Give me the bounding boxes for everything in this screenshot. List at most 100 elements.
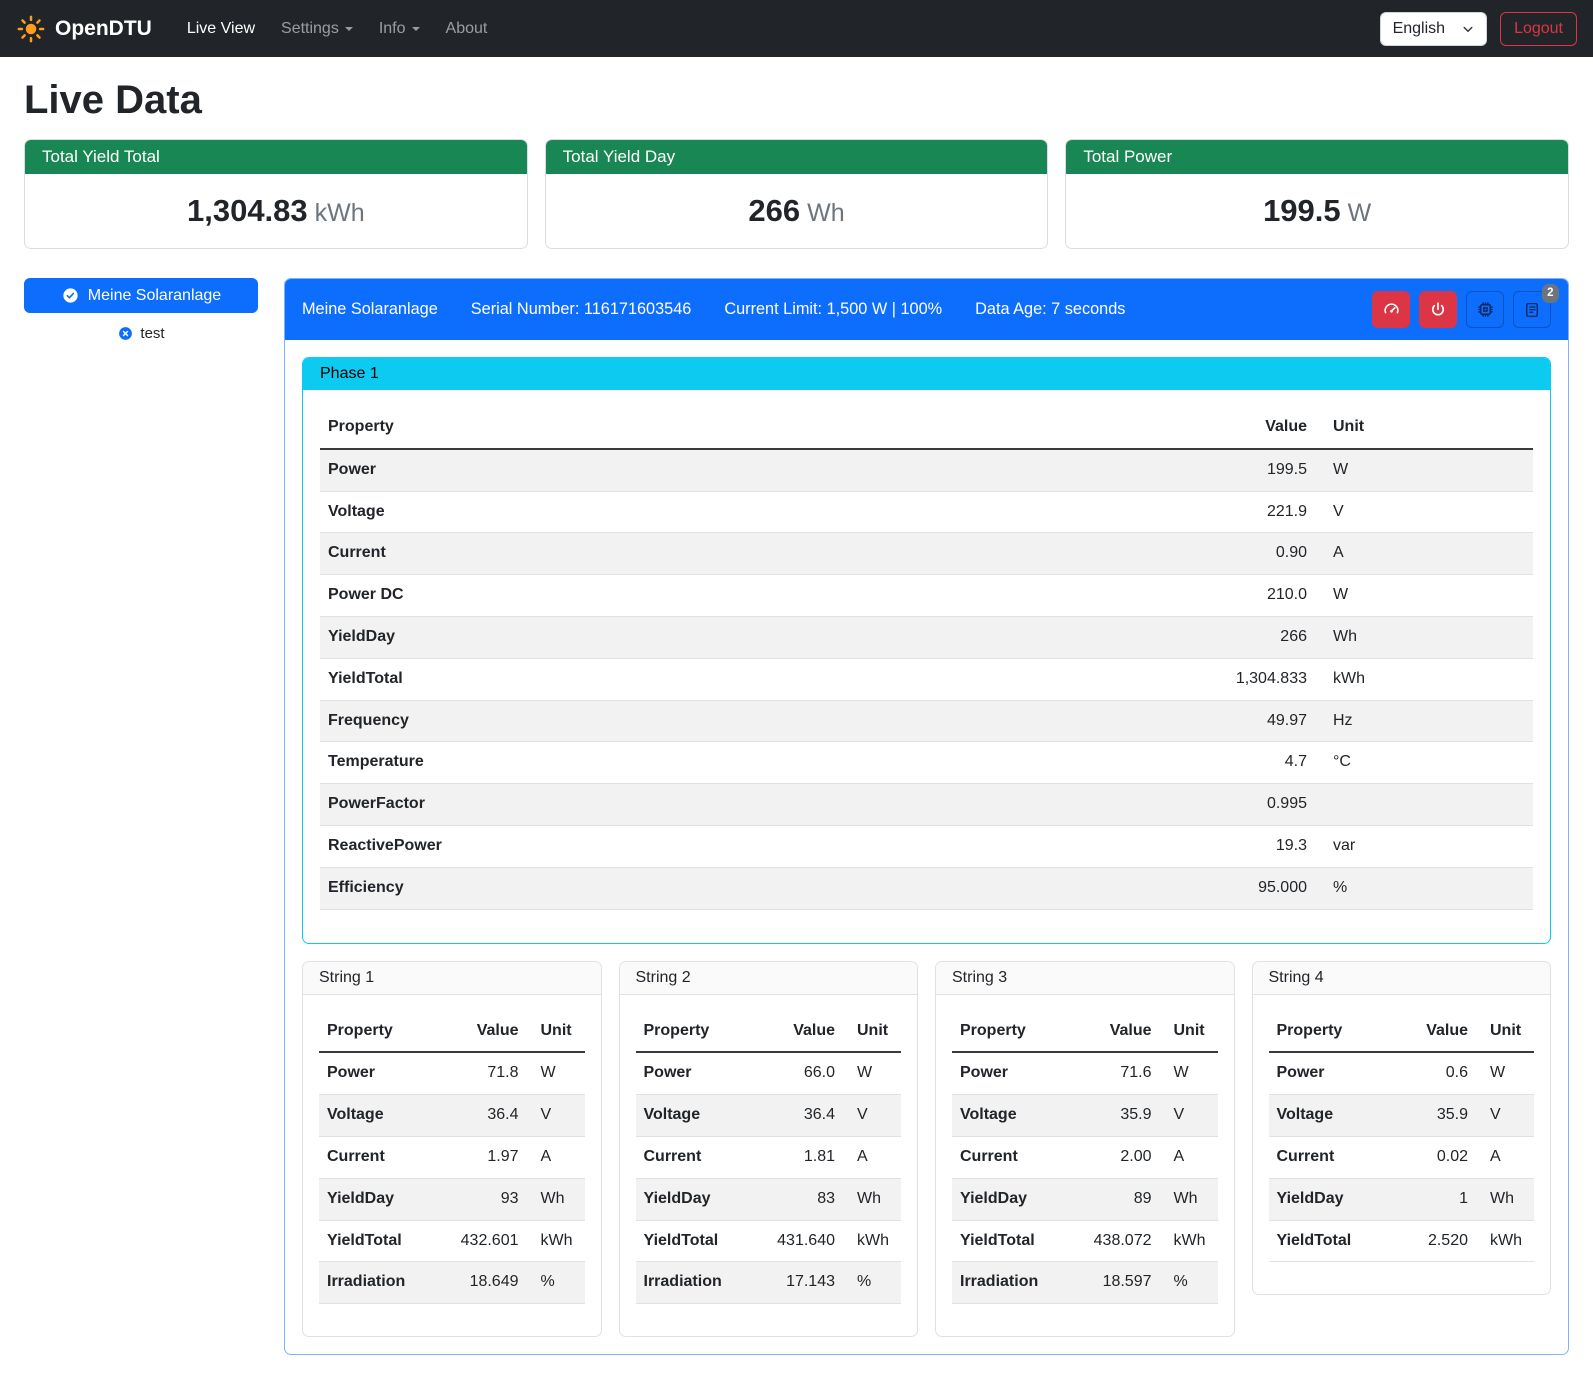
inverter-panel-header: Meine Solaranlage Serial Number: 1161716… [285, 279, 1568, 340]
column-header-property: Property [1269, 1011, 1396, 1053]
row-property: YieldDay [952, 1178, 1068, 1220]
nav-item-live-view[interactable]: Live View [174, 12, 268, 46]
row-value: 2.00 [1068, 1136, 1159, 1178]
limit-settings-button[interactable] [1372, 291, 1410, 328]
nav-item-settings[interactable]: Settings [268, 12, 366, 46]
row-unit: A [1476, 1136, 1534, 1178]
summary-card-unit: Wh [807, 199, 845, 227]
inverter-select-button[interactable]: Meine Solaranlage [24, 278, 258, 313]
row-property: Power [1269, 1052, 1396, 1094]
summary-card-value: 199.5 [1263, 193, 1341, 228]
row-property: Current [320, 533, 915, 575]
table-row: Current 2.00 A [952, 1136, 1218, 1178]
table-row: YieldDay 83 Wh [636, 1178, 902, 1220]
column-header-property: Property [636, 1011, 752, 1053]
brand-name: OpenDTU [55, 17, 152, 41]
row-unit: W [1315, 449, 1533, 491]
row-property: YieldTotal [952, 1220, 1068, 1262]
navbar-right: English Logout [1380, 12, 1577, 46]
row-property: Current [636, 1136, 752, 1178]
string-table: Property Value Unit Power 71.8 W Voltage… [319, 1011, 585, 1305]
string-body: Property Value Unit Power 71.8 W Voltage… [303, 995, 601, 1337]
row-property: Irradiation [952, 1262, 1068, 1304]
table-row: Power 199.5 W [320, 449, 1533, 491]
row-unit: A [527, 1136, 585, 1178]
row-property: Power [319, 1052, 435, 1094]
table-row: PowerFactor 0.995 [320, 784, 1533, 826]
inverter-list-item[interactable]: test [117, 325, 164, 342]
string-body: Property Value Unit Power 71.6 W Voltage… [936, 995, 1234, 1337]
summary-card-unit: kWh [315, 199, 365, 227]
row-unit: A [843, 1136, 901, 1178]
nav-item-about[interactable]: About [433, 12, 501, 46]
table-row: Power 71.8 W [319, 1052, 585, 1094]
row-value: 0.90 [915, 533, 1315, 575]
main-content: Live Data Total Yield Total 1,304.83kWh … [0, 78, 1593, 1385]
row-value: 438.072 [1068, 1220, 1159, 1262]
table-row: Voltage 36.4 V [636, 1095, 902, 1137]
row-value: 66.0 [752, 1052, 843, 1094]
row-property: Temperature [320, 742, 915, 784]
row-unit: Wh [1476, 1178, 1534, 1220]
table-row: Current 1.81 A [636, 1136, 902, 1178]
row-value: 1.81 [752, 1136, 843, 1178]
event-log-button[interactable]: 2 [1513, 291, 1551, 328]
language-select[interactable]: English [1380, 12, 1487, 46]
row-property: Power [952, 1052, 1068, 1094]
table-row: Current 0.90 A [320, 533, 1533, 575]
row-value: 2.520 [1395, 1220, 1476, 1262]
inverter-link-label: test [140, 325, 164, 342]
table-row: ReactivePower 19.3 var [320, 825, 1533, 867]
summary-card-body: 266Wh [546, 174, 1048, 248]
table-row: YieldTotal 2.520 kWh [1269, 1220, 1535, 1262]
row-value: 35.9 [1068, 1095, 1159, 1137]
string-card: String 2 Property Value Unit Power 66.0 … [619, 961, 919, 1338]
row-property: Voltage [320, 491, 915, 533]
column-header-property: Property [952, 1011, 1068, 1053]
row-unit: V [1315, 491, 1533, 533]
row-value: 83 [752, 1178, 843, 1220]
inverter-panel-body: Phase 1 Property Value Unit Power 199.5 … [285, 340, 1568, 1354]
brand[interactable]: OpenDTU [16, 14, 152, 44]
table-row: Current 0.02 A [1269, 1136, 1535, 1178]
row-property: YieldTotal [319, 1220, 435, 1262]
phase-table: Property Value Unit Power 199.5 W Voltag… [320, 407, 1533, 910]
row-unit: A [1160, 1136, 1218, 1178]
row-unit [1315, 784, 1533, 826]
row-property: Irradiation [636, 1262, 752, 1304]
nav-item-info[interactable]: Info [366, 12, 433, 46]
summary-card-value: 266 [748, 193, 800, 228]
row-value: 35.9 [1395, 1095, 1476, 1137]
row-property: YieldDay [319, 1178, 435, 1220]
journal-icon [1523, 301, 1541, 319]
table-row: Temperature 4.7 °C [320, 742, 1533, 784]
table-row: Irradiation 18.649 % [319, 1262, 585, 1304]
row-value: 1,304.833 [915, 658, 1315, 700]
table-row: Voltage 221.9 V [320, 491, 1533, 533]
row-property: YieldDay [320, 616, 915, 658]
inverter-panel: Meine Solaranlage Serial Number: 1161716… [284, 278, 1569, 1355]
inverter-actions: 2 [1372, 291, 1551, 328]
summary-card-title: Total Power [1066, 140, 1568, 174]
summary-card: Total Yield Day 266Wh [545, 139, 1049, 249]
table-row: Power 66.0 W [636, 1052, 902, 1094]
row-property: YieldTotal [320, 658, 915, 700]
string-title: String 4 [1253, 962, 1551, 995]
string-table: Property Value Unit Power 0.6 W Voltage … [1269, 1011, 1535, 1263]
row-value: 1.97 [435, 1136, 526, 1178]
row-value: 89 [1068, 1178, 1159, 1220]
device-info-button[interactable] [1466, 291, 1504, 328]
table-row: Voltage 35.9 V [1269, 1095, 1535, 1137]
phase-title: Phase 1 [303, 358, 1550, 390]
row-unit: Wh [1315, 616, 1533, 658]
summary-card: Total Yield Total 1,304.83kWh [24, 139, 528, 249]
cpu-icon [1476, 300, 1495, 319]
string-card: String 1 Property Value Unit Power 71.8 … [302, 961, 602, 1338]
inverter-list: Meine Solaranlage test [24, 278, 258, 342]
row-unit: kWh [1160, 1220, 1218, 1262]
power-button[interactable] [1419, 291, 1457, 328]
logout-button[interactable]: Logout [1500, 12, 1577, 46]
row-property: Power [320, 449, 915, 491]
column-header-unit: Unit [527, 1011, 585, 1053]
sun-logo-icon [16, 14, 46, 44]
